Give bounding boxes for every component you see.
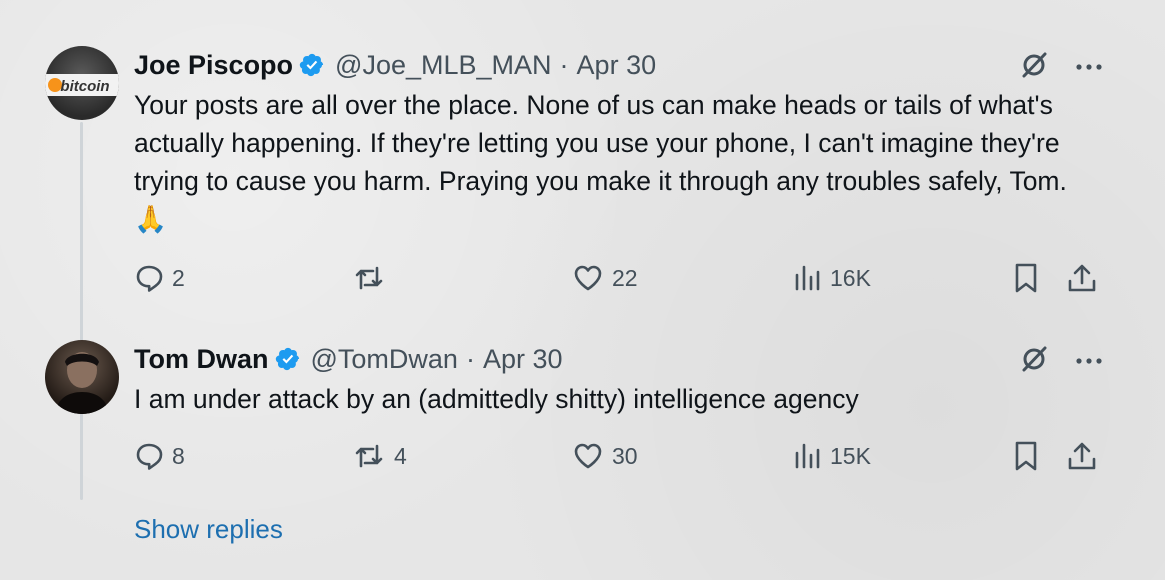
separator-dot: · [465, 343, 475, 374]
heart-icon [574, 265, 602, 291]
tweet-date[interactable]: Apr 30 [483, 344, 563, 375]
views-button[interactable]: 16K [792, 258, 871, 298]
tweet-date[interactable]: Apr 30 [577, 50, 657, 81]
thread-connector-line [80, 122, 83, 500]
like-count: 22 [612, 264, 638, 291]
views-icon [795, 443, 820, 469]
views-button[interactable]: 15K [792, 436, 871, 476]
tweet-text: I am under attack by an (admittedly shit… [134, 384, 859, 414]
repost-count: 4 [394, 442, 407, 469]
reply-icon [136, 265, 163, 292]
tweet-actions: 8 4 30 15K [134, 436, 1104, 476]
author-handle[interactable]: @Joe_MLB_MAN [335, 50, 552, 81]
reply-count: 8 [172, 442, 185, 469]
reply-button[interactable]: 8 [134, 436, 185, 476]
tweet-actions: 2 22 16K [134, 258, 1104, 298]
reply-count: 2 [172, 264, 185, 291]
like-button[interactable]: 30 [572, 436, 638, 476]
views-count: 15K [830, 442, 871, 469]
like-count: 30 [612, 442, 638, 469]
bookmark-icon [1015, 263, 1037, 293]
share-icon [1068, 264, 1096, 292]
tweet-top-actions [1019, 344, 1103, 379]
grok-icon[interactable] [1019, 344, 1049, 379]
show-replies-link[interactable]: Show replies [134, 514, 283, 545]
avatar-logo-text: bitcoin [60, 78, 109, 95]
author-handle[interactable]: @TomDwan [311, 344, 458, 375]
author-name[interactable]: Joe Piscopo [134, 50, 293, 81]
bookmark-button[interactable] [1012, 436, 1040, 476]
reply-icon [136, 443, 163, 470]
share-button[interactable] [1066, 258, 1098, 298]
tweet-text: Your posts are all over the place. None … [134, 90, 1067, 234]
repost-button[interactable]: 4 [352, 436, 407, 476]
avatar[interactable]: bitcoin [45, 46, 119, 120]
share-button[interactable] [1066, 436, 1098, 476]
avatar-image: bitcoin [45, 74, 119, 96]
avatar-image [55, 352, 109, 414]
share-icon [1068, 442, 1096, 470]
verified-badge-icon [299, 52, 325, 78]
heart-icon [574, 443, 602, 469]
bookmark-button[interactable] [1012, 258, 1040, 298]
verified-badge-icon [275, 346, 301, 372]
more-icon[interactable] [1075, 59, 1103, 77]
views-icon [795, 265, 820, 291]
views-count: 16K [830, 264, 871, 291]
repost-button[interactable] [352, 258, 394, 298]
tweet-header: Joe Piscopo @Joe_MLB_MAN · Apr 30 [134, 48, 656, 82]
reply-button[interactable]: 2 [134, 258, 185, 298]
bookmark-icon [1015, 441, 1037, 471]
tweet-top-actions [1019, 50, 1103, 85]
like-button[interactable]: 22 [572, 258, 638, 298]
repost-icon [355, 266, 383, 290]
avatar[interactable] [45, 340, 119, 414]
repost-icon [355, 444, 383, 468]
grok-icon[interactable] [1019, 50, 1049, 85]
author-name[interactable]: Tom Dwan [134, 344, 269, 375]
separator-dot: · [559, 49, 569, 80]
more-icon[interactable] [1075, 353, 1103, 371]
tweet-header: Tom Dwan @TomDwan · Apr 30 [134, 342, 563, 376]
